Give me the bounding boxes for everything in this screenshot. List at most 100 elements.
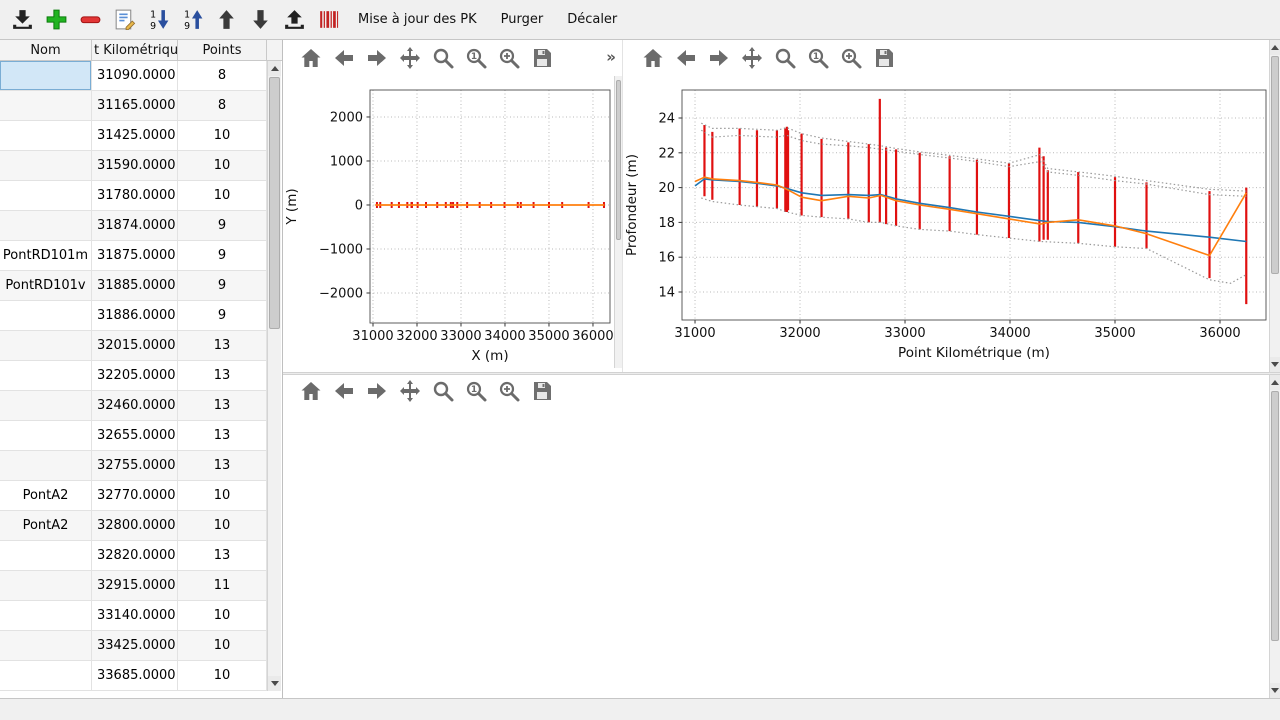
- cell-points[interactable]: 10: [178, 661, 267, 691]
- cell-nom[interactable]: [0, 541, 92, 571]
- cell-points[interactable]: 9: [178, 271, 267, 301]
- back-icon[interactable]: [674, 46, 698, 70]
- zoom-icon[interactable]: [431, 46, 455, 70]
- scrollbar-thumb[interactable]: [269, 77, 280, 329]
- column-header-points[interactable]: Points: [178, 40, 267, 60]
- home-icon[interactable]: [641, 46, 665, 70]
- cell-points[interactable]: 13: [178, 451, 267, 481]
- save-icon[interactable]: [530, 46, 554, 70]
- shift-button[interactable]: Décaler: [555, 4, 629, 36]
- cell-nom[interactable]: [0, 601, 92, 631]
- cell-pk[interactable]: 31165.0000: [92, 91, 178, 121]
- cell-points[interactable]: 10: [178, 631, 267, 661]
- sort-ascending-button[interactable]: 19: [176, 4, 208, 36]
- cell-points[interactable]: 11: [178, 571, 267, 601]
- add-row-button[interactable]: [40, 4, 72, 36]
- bottom-right-scrollbar[interactable]: [1269, 375, 1280, 698]
- scrollbar-thumb[interactable]: [1271, 56, 1279, 274]
- cell-points[interactable]: 13: [178, 391, 267, 421]
- cell-pk[interactable]: 31886.0000: [92, 301, 178, 331]
- cell-pk[interactable]: 31425.0000: [92, 121, 178, 151]
- cell-nom[interactable]: [0, 211, 92, 241]
- barcode-button[interactable]: [312, 4, 344, 36]
- scrollbar-track[interactable]: [1270, 55, 1280, 357]
- cell-points[interactable]: 10: [178, 481, 267, 511]
- cell-points[interactable]: 10: [178, 181, 267, 211]
- cell-nom[interactable]: [0, 181, 92, 211]
- save-icon[interactable]: [530, 379, 554, 403]
- cell-points[interactable]: 8: [178, 91, 267, 121]
- cell-points[interactable]: 13: [178, 331, 267, 361]
- cell-pk[interactable]: 33685.0000: [92, 661, 178, 691]
- scroll-down-arrow[interactable]: [1270, 683, 1280, 698]
- scroll-up-arrow[interactable]: [1270, 40, 1280, 55]
- cell-nom[interactable]: PontRD101v: [0, 271, 92, 301]
- save-icon[interactable]: [872, 46, 896, 70]
- cell-points[interactable]: 10: [178, 511, 267, 541]
- cell-nom[interactable]: [0, 391, 92, 421]
- cell-nom[interactable]: [0, 301, 92, 331]
- cell-pk[interactable]: 32015.0000: [92, 331, 178, 361]
- cell-pk[interactable]: 33140.0000: [92, 601, 178, 631]
- pan-icon[interactable]: [740, 46, 764, 70]
- cell-points[interactable]: 10: [178, 121, 267, 151]
- scrollbar-track[interactable]: [615, 80, 622, 364]
- cell-pk[interactable]: 32460.0000: [92, 391, 178, 421]
- cell-pk[interactable]: 32755.0000: [92, 451, 178, 481]
- cell-points[interactable]: 8: [178, 61, 267, 91]
- zoom-icon[interactable]: [773, 46, 797, 70]
- export-button[interactable]: [278, 4, 310, 36]
- profile-plot-canvas[interactable]: 3100032000330003400035000360002422201816…: [623, 76, 1270, 368]
- home-icon[interactable]: [299, 46, 323, 70]
- remove-row-button[interactable]: [74, 4, 106, 36]
- pan-icon[interactable]: [398, 46, 422, 70]
- cell-nom[interactable]: [0, 661, 92, 691]
- zoom-one-icon[interactable]: 1: [464, 46, 488, 70]
- cell-pk[interactable]: 32770.0000: [92, 481, 178, 511]
- scroll-down-arrow[interactable]: [1270, 357, 1280, 372]
- scroll-down-arrow[interactable]: [268, 676, 281, 691]
- cell-points[interactable]: 9: [178, 211, 267, 241]
- scrollbar-track[interactable]: [268, 76, 281, 676]
- cell-points[interactable]: 9: [178, 241, 267, 271]
- forward-icon[interactable]: [707, 46, 731, 70]
- cell-pk[interactable]: 32915.0000: [92, 571, 178, 601]
- scrollbar-thumb[interactable]: [616, 80, 621, 240]
- cell-nom[interactable]: [0, 151, 92, 181]
- cell-nom[interactable]: PontA2: [0, 481, 92, 511]
- cell-nom[interactable]: [0, 451, 92, 481]
- cell-pk[interactable]: 31090.0000: [92, 61, 178, 91]
- zoom-one-icon[interactable]: 1: [806, 46, 830, 70]
- xy-plot-scrollbar[interactable]: [614, 76, 622, 368]
- cell-nom[interactable]: [0, 121, 92, 151]
- import-button[interactable]: [6, 4, 38, 36]
- cell-pk[interactable]: 31780.0000: [92, 181, 178, 211]
- cell-nom[interactable]: [0, 91, 92, 121]
- cell-points[interactable]: 13: [178, 421, 267, 451]
- scroll-up-arrow[interactable]: [268, 61, 281, 76]
- cell-pk[interactable]: 32800.0000: [92, 511, 178, 541]
- scrollbar-thumb[interactable]: [1271, 391, 1279, 641]
- cell-pk[interactable]: 32820.0000: [92, 541, 178, 571]
- cell-points[interactable]: 9: [178, 301, 267, 331]
- cell-pk[interactable]: 32205.0000: [92, 361, 178, 391]
- pan-icon[interactable]: [398, 379, 422, 403]
- home-icon[interactable]: [299, 379, 323, 403]
- bottom-plot-canvas[interactable]: [283, 411, 1269, 698]
- table-scrollbar[interactable]: [267, 61, 281, 691]
- cell-nom[interactable]: [0, 631, 92, 661]
- forward-icon[interactable]: [365, 46, 389, 70]
- zoom-plus-icon[interactable]: [497, 379, 521, 403]
- forward-icon[interactable]: [365, 379, 389, 403]
- cell-points[interactable]: 13: [178, 541, 267, 571]
- column-header-nom[interactable]: Nom: [0, 40, 92, 60]
- cell-pk[interactable]: 32655.0000: [92, 421, 178, 451]
- toolbar-overflow-chevron[interactable]: »: [606, 48, 616, 66]
- cell-nom[interactable]: [0, 61, 92, 91]
- move-down-button[interactable]: [244, 4, 276, 36]
- cell-pk[interactable]: 31590.0000: [92, 151, 178, 181]
- zoom-one-icon[interactable]: 1: [464, 379, 488, 403]
- move-up-button[interactable]: [210, 4, 242, 36]
- cell-nom[interactable]: [0, 331, 92, 361]
- zoom-plus-icon[interactable]: [497, 46, 521, 70]
